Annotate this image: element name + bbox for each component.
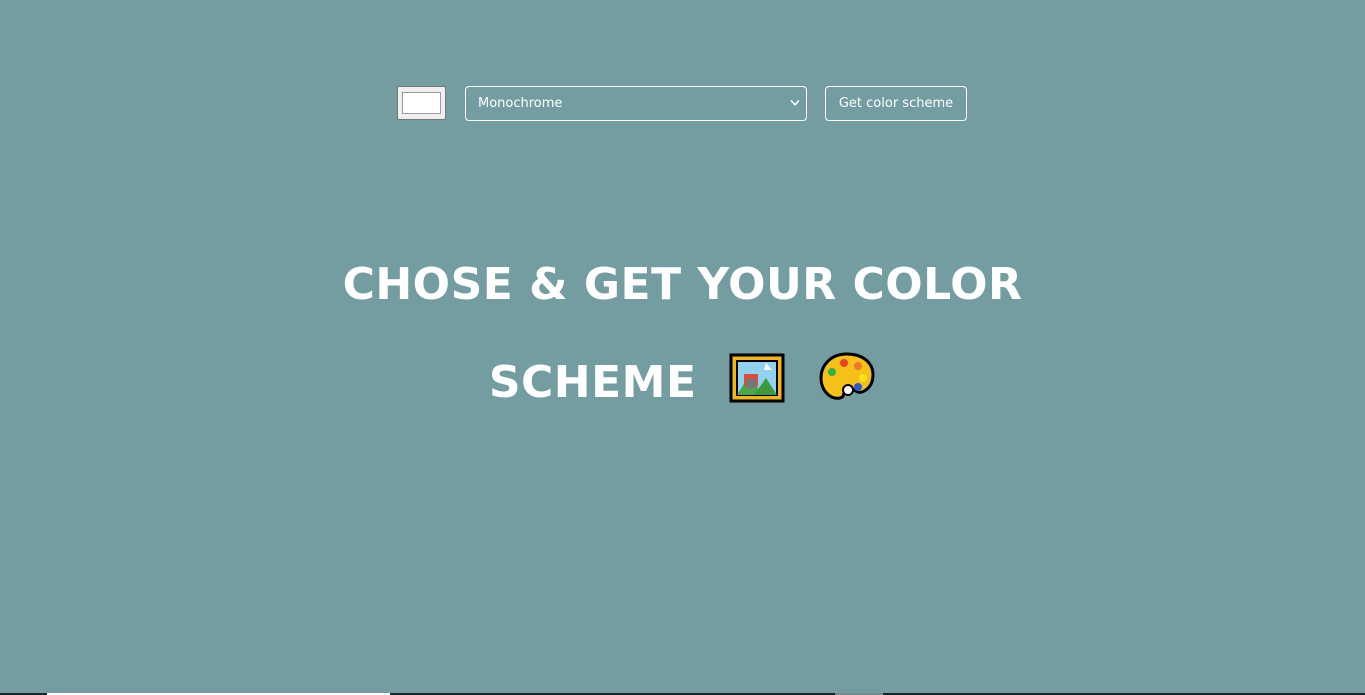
artist-palette-icon <box>819 352 875 400</box>
scheme-mode-select[interactable]: Monochrome <box>465 86 807 121</box>
scheme-mode-selected: Monochrome <box>478 96 563 111</box>
color-picker-input[interactable] <box>397 86 446 120</box>
get-color-scheme-button[interactable]: Get color scheme <box>825 86 967 121</box>
controls-bar: Monochrome Get color scheme <box>0 86 1365 121</box>
color-swatch <box>402 92 441 114</box>
page-title-line-2-text: SCHEME <box>488 357 697 408</box>
page-title-line-2: SCHEME <box>0 334 1365 432</box>
chevron-down-icon <box>790 100 800 106</box>
framed-picture-icon <box>729 353 785 403</box>
page-title: CHOSE & GET YOUR COLOR SCHEME <box>0 236 1365 432</box>
page-title-line-1: CHOSE & GET YOUR COLOR <box>342 259 1023 310</box>
